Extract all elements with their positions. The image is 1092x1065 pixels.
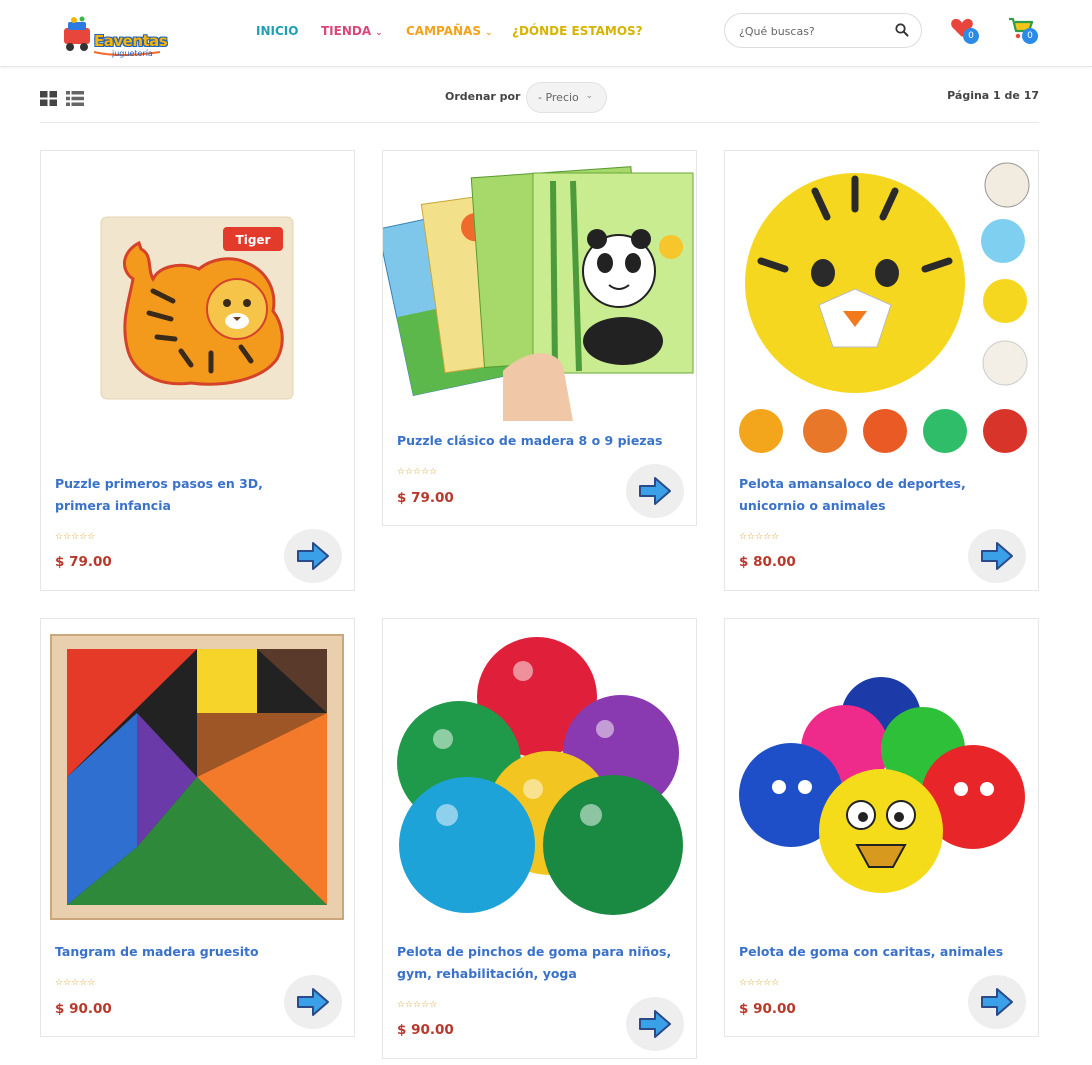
star-icon: ☆☆☆☆☆ (55, 532, 96, 542)
product-title[interactable]: Pelota amansaloco de deportes, unicornio… (739, 473, 1029, 517)
sort-select-value: - Precio (538, 91, 579, 104)
view-product-button[interactable] (968, 529, 1026, 583)
product-card[interactable]: Pelota amansaloco de deportes, unicornio… (724, 150, 1039, 591)
product-card[interactable]: Pelota de goma con caritas, animales ☆☆☆… (724, 618, 1039, 1037)
logo-subtitle: juguetería (112, 49, 153, 58)
search-box (724, 13, 922, 48)
nav-campanas-label: CAMPAÑAS (406, 24, 481, 38)
product-price: $ 90.00 (55, 1001, 112, 1017)
pagination-info: Página 1 de 17 (947, 89, 1039, 102)
nav-donde-estamos[interactable]: ¿DÓNDE ESTAMOS? (512, 24, 643, 38)
view-product-button[interactable] (284, 975, 342, 1029)
view-product-button[interactable] (626, 997, 684, 1051)
view-product-button[interactable] (626, 464, 684, 518)
sort-label: Ordenar por (445, 90, 521, 103)
product-image[interactable] (725, 151, 1038, 461)
product-rating: ☆☆☆☆☆ (739, 532, 779, 542)
svg-text:Tiger: Tiger (236, 233, 271, 247)
star-icon: ☆☆☆☆☆ (739, 532, 780, 542)
product-card[interactable]: Puzzle clásico de madera 8 o 9 piezas ☆☆… (382, 150, 697, 526)
chevron-down-icon: ⌄ (585, 91, 593, 101)
nav-tienda[interactable]: TIENDA ⌄ (321, 24, 383, 38)
chevron-down-icon: ⌄ (485, 28, 493, 38)
grid-view-icon[interactable] (40, 91, 57, 106)
product-image[interactable] (383, 151, 696, 421)
product-card[interactable]: Pelota de pinchos de goma para niños, gy… (382, 618, 697, 1059)
view-product-button[interactable] (284, 529, 342, 583)
arrow-right-icon (297, 988, 329, 1016)
logo-text: Eaventas (94, 32, 168, 50)
store-logo[interactable]: Eaventas juguetería (60, 14, 168, 60)
list-view-icon[interactable] (66, 91, 84, 106)
product-title[interactable]: Tangram de madera gruesito (55, 941, 345, 963)
nav-campanas[interactable]: CAMPAÑAS ⌄ (406, 24, 493, 38)
nav-inicio-label: INICIO (256, 24, 299, 38)
product-title[interactable]: Puzzle primeros pasos en 3D, primera inf… (55, 473, 305, 517)
nav-tienda-label: TIENDA (321, 24, 372, 38)
view-product-button[interactable] (968, 975, 1026, 1029)
star-icon: ☆☆☆☆☆ (55, 978, 96, 988)
product-rating: ☆☆☆☆☆ (397, 467, 437, 477)
product-rating: ☆☆☆☆☆ (397, 1000, 437, 1010)
sort-select[interactable]: - Precio ⌄ (526, 82, 607, 113)
site-header: Eaventas juguetería INICIO TIENDA ⌄ CAMPA… (0, 0, 1092, 67)
chevron-down-icon: ⌄ (375, 28, 383, 38)
search-icon[interactable] (895, 23, 909, 37)
cart-count-badge: 0 (1022, 28, 1038, 44)
product-title[interactable]: Pelota de pinchos de goma para niños, gy… (397, 941, 687, 985)
cart-button[interactable]: 0 (1008, 15, 1038, 45)
nav-inicio[interactable]: INICIO (256, 24, 298, 38)
arrow-right-icon (981, 542, 1013, 570)
arrow-right-icon (297, 542, 329, 570)
product-card[interactable]: Tangram de madera gruesito ☆☆☆☆☆ $ 90.00 (40, 618, 355, 1037)
product-image[interactable]: Tiger (41, 151, 354, 461)
nav-donde-estamos-label: ¿DÓNDE ESTAMOS? (512, 24, 643, 38)
product-price: $ 80.00 (739, 554, 796, 570)
listing-toolbar: Ordenar por - Precio ⌄ Página 1 de 17 (40, 80, 1039, 123)
product-rating: ☆☆☆☆☆ (55, 532, 95, 542)
product-image[interactable] (41, 619, 354, 929)
star-icon: ☆☆☆☆☆ (397, 467, 438, 477)
product-price: $ 79.00 (397, 490, 454, 506)
product-title[interactable]: Pelota de goma con caritas, animales (739, 941, 1029, 963)
product-image[interactable] (725, 619, 1038, 929)
wishlist-button[interactable]: 0 (950, 15, 980, 45)
product-rating: ☆☆☆☆☆ (55, 978, 95, 988)
product-price: $ 79.00 (55, 554, 112, 570)
product-rating: ☆☆☆☆☆ (739, 978, 779, 988)
product-image[interactable] (383, 619, 696, 929)
search-input[interactable] (739, 22, 889, 40)
star-icon: ☆☆☆☆☆ (739, 978, 780, 988)
arrow-right-icon (639, 1010, 671, 1038)
product-price: $ 90.00 (739, 1001, 796, 1017)
arrow-right-icon (981, 988, 1013, 1016)
wishlist-count-badge: 0 (963, 28, 979, 44)
star-icon: ☆☆☆☆☆ (397, 1000, 438, 1010)
product-card[interactable]: Tiger Puzzle primeros pasos en 3D, prime… (40, 150, 355, 591)
product-title[interactable]: Puzzle clásico de madera 8 o 9 piezas (397, 430, 687, 452)
arrow-right-icon (639, 477, 671, 505)
product-price: $ 90.00 (397, 1022, 454, 1038)
